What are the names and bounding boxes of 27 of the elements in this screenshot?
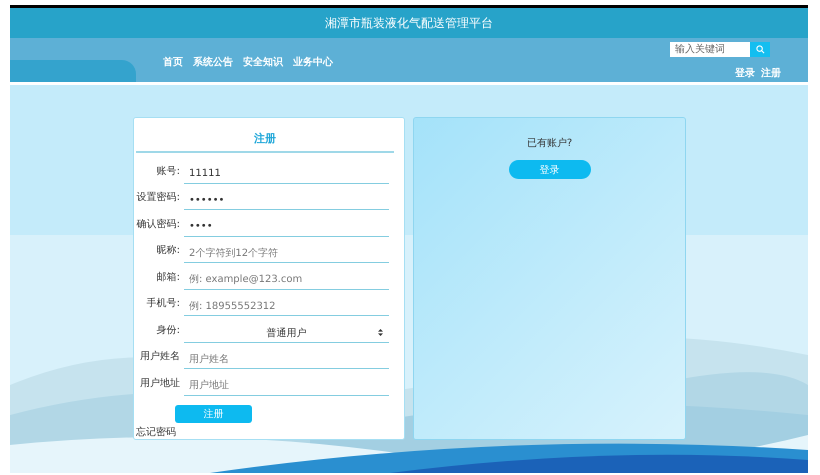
field-label: 身份:	[156, 324, 180, 336]
search-field[interactable]: 输入关键词	[670, 42, 750, 57]
search-button[interactable]	[750, 42, 770, 57]
login-button[interactable]: 登录	[508, 160, 590, 179]
field-label: 用户姓名	[139, 350, 180, 363]
nav-link[interactable]: 业务中心	[293, 55, 333, 82]
field-label: 手机号:	[146, 296, 180, 310]
field-label: 用户地址	[139, 376, 180, 390]
nav-link[interactable]: 安全知识	[243, 55, 283, 82]
field-label: 确认密码:	[136, 218, 180, 230]
field-label: 账号:	[156, 164, 180, 178]
account-link[interactable]: 注册	[761, 66, 781, 80]
select-field[interactable]: 普通用户	[184, 324, 389, 342]
site-title: 湘潭市瓶装液化气配送管理平台	[325, 14, 493, 32]
search-icon	[756, 45, 764, 54]
nav-link[interactable]: 系统公告	[193, 55, 233, 82]
forgot-password-link[interactable]: 忘记密码	[136, 424, 176, 438]
login-prompt: 已有账户?	[526, 136, 572, 150]
account-link[interactable]: 登录	[735, 66, 755, 80]
field-label: 设置密码:	[136, 190, 180, 204]
input-field[interactable]: 用户地址	[184, 376, 389, 396]
field-label: 昵称:	[156, 244, 180, 257]
nav-link[interactable]: 首页	[163, 55, 183, 82]
register-button[interactable]: 注册	[175, 404, 252, 422]
sort-icon	[378, 329, 383, 336]
form-title: 注册	[136, 126, 394, 153]
field-label: 邮箱:	[156, 270, 180, 284]
